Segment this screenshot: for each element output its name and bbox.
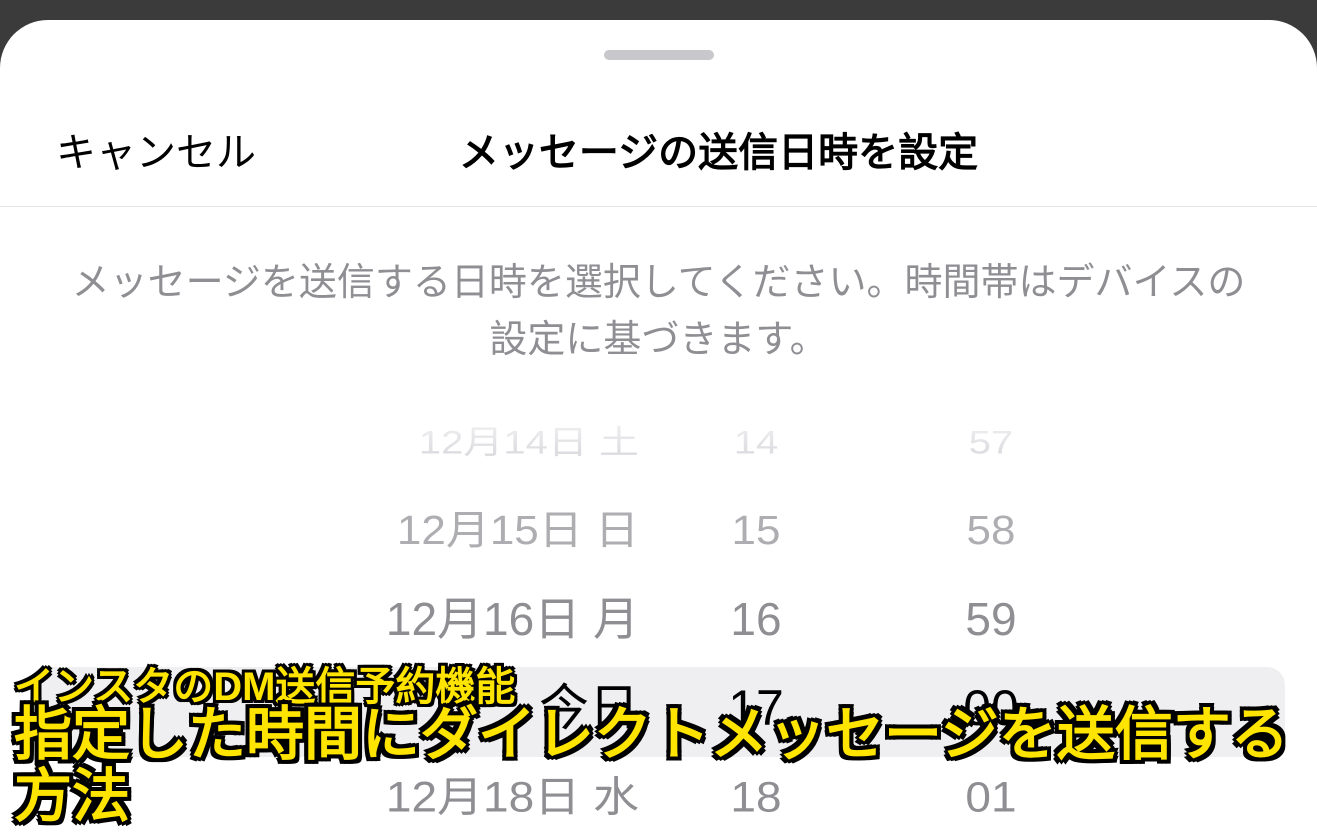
- overlay-caption: インスタのDM送信予約機能 指定した時間にダイレクトメッセージを送信する方法: [14, 666, 1317, 829]
- instruction-text: メッセージを送信する日時を選択してください。時間帯はデバイスの設定に基づきます。: [0, 207, 1317, 399]
- sheet-title: メッセージの送信日時を設定: [176, 120, 1261, 178]
- picker-hour-option[interactable]: 15: [732, 491, 781, 572]
- picker-date-option[interactable]: 12月15日 日: [186, 491, 655, 572]
- picker-minute-option[interactable]: 57: [969, 407, 1014, 479]
- picker-date-option[interactable]: 12月14日 土: [186, 407, 655, 479]
- caption-line-2: 指定した時間にダイレクトメッセージを送信する方法: [14, 704, 1317, 829]
- picker-date-option[interactable]: 12月16日 月: [186, 575, 655, 663]
- picker-hour-option[interactable]: 16: [730, 575, 781, 663]
- sheet-grabber[interactable]: [604, 50, 714, 60]
- sheet-header: キャンセル メッセージの送信日時を設定: [0, 76, 1317, 207]
- picker-hour-option[interactable]: 14: [734, 407, 779, 479]
- picker-minute-option[interactable]: 59: [965, 575, 1016, 663]
- picker-minute-option[interactable]: 58: [967, 491, 1016, 572]
